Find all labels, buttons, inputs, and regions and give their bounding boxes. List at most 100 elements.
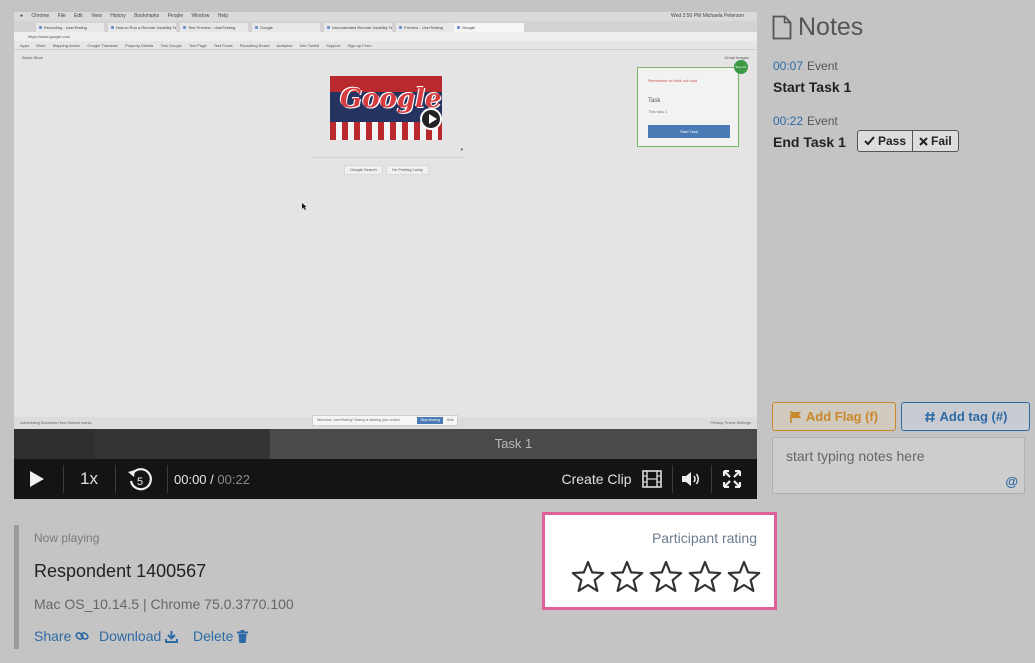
- flag-icon: [790, 410, 801, 423]
- mention-icon[interactable]: @: [1005, 474, 1018, 489]
- fail-button[interactable]: Fail: [912, 131, 958, 151]
- download-link[interactable]: Download: [99, 628, 179, 644]
- playback-speed-button[interactable]: 1x: [72, 459, 106, 499]
- menubar-item: Bookmarks: [134, 13, 160, 19]
- note-input-placeholder: start typing notes here: [786, 448, 925, 464]
- now-playing-accent: [14, 525, 19, 649]
- screen-share-toast: Welcome, UserTesting! Testing is startin…: [312, 415, 458, 426]
- note-entry-time[interactable]: 00:22 Event: [773, 114, 838, 128]
- film-icon: [641, 470, 662, 488]
- note-timestamp[interactable]: 00:07: [773, 59, 803, 73]
- browser-tab: Preview - UserTesting: [396, 23, 458, 32]
- bookmark: Property Details: [124, 43, 154, 48]
- play-button[interactable]: [22, 459, 52, 499]
- menubar-item: File: [57, 13, 66, 19]
- fullscreen-button[interactable]: [717, 459, 747, 499]
- bookmark: Google Translate: [87, 43, 118, 48]
- mic-icon: ●: [460, 147, 464, 153]
- note-entry-title: End Task 1: [773, 134, 846, 150]
- bookmark: Sign-up Form: [347, 43, 372, 48]
- bookmark: Work: [36, 43, 46, 48]
- bookmark: Test Page: [188, 43, 207, 48]
- create-clip-label: Create Clip: [561, 471, 632, 487]
- browser-urlbar: https://www.google.com: [14, 32, 757, 41]
- time-readout: 00:00 / 00:22: [174, 459, 250, 499]
- pass-fail-toggle: Pass Fail: [857, 130, 959, 152]
- timeline-segment[interactable]: [94, 429, 270, 459]
- task-step-badge: Step 1/1: [734, 60, 748, 74]
- time-separator: /: [206, 471, 218, 487]
- create-clip-button[interactable]: Create Clip: [559, 459, 664, 499]
- mac-status: Wed 2:50 PM Michaela Peterson: [670, 13, 744, 19]
- note-timestamp[interactable]: 00:22: [773, 114, 803, 128]
- share-link[interactable]: Share: [34, 628, 89, 644]
- bookmark: Test Google: [160, 43, 182, 48]
- note-entry-title: Start Task 1: [773, 79, 852, 95]
- now-playing-label: Now playing: [34, 531, 100, 545]
- video-player[interactable]: ● Chrome File Edit View History Bookmark…: [14, 12, 757, 429]
- volume-icon: [682, 472, 699, 486]
- footer-links-left: Advertising Business How Search works: [20, 420, 92, 425]
- star-icon[interactable]: [648, 560, 684, 594]
- current-time: 00:00: [174, 471, 207, 487]
- mac-menubar: ● Chrome File Edit View History Bookmark…: [14, 12, 757, 21]
- note-kind: Event: [807, 59, 838, 73]
- stop-sharing-button: Stop sharing: [417, 417, 443, 424]
- star-icon[interactable]: [726, 560, 762, 594]
- menubar-item: Edit: [74, 13, 83, 19]
- task-reminder: Remember to think out loud: [648, 78, 698, 83]
- pass-button[interactable]: Pass: [858, 131, 912, 151]
- participant-rating-panel: Participant rating: [542, 512, 777, 610]
- bookmarks-bar: Apps Work Mapping Admin Google Translate…: [14, 41, 757, 50]
- star-icon[interactable]: [609, 560, 645, 594]
- rewind-5-button[interactable]: 5: [122, 459, 158, 499]
- rating-stars: [570, 560, 765, 594]
- bookmark: Analytics: [276, 43, 293, 48]
- hide-button: Hide: [446, 418, 454, 422]
- browser-tab: Google: [252, 23, 320, 32]
- delete-label: Delete: [193, 628, 234, 644]
- hashtag-icon: [924, 411, 935, 422]
- menubar-item: People: [167, 13, 184, 19]
- toast-text: Welcome, UserTesting! Testing is startin…: [317, 418, 400, 422]
- pass-label: Pass: [878, 134, 907, 148]
- add-flag-button[interactable]: Add Flag (f): [772, 402, 896, 431]
- menubar-item: Chrome: [31, 13, 50, 19]
- browser-tab: How to Run a Remote Usability Test: [108, 23, 176, 32]
- star-icon[interactable]: [570, 560, 606, 594]
- notes-title-text: Notes: [798, 13, 864, 41]
- bookmark: Apps: [20, 43, 30, 48]
- fail-label: Fail: [931, 134, 952, 148]
- bookmark: Mapping Admin: [52, 43, 81, 48]
- browser-tab: Google: [454, 23, 524, 32]
- bookmark: Support: [326, 43, 341, 48]
- mouse-cursor-icon: [302, 203, 307, 210]
- footer-links-right: Privacy Terms Settings: [710, 420, 751, 425]
- timeline-task-segment[interactable]: Task 1: [270, 429, 757, 459]
- start-task-button: Start Task: [648, 125, 730, 138]
- check-icon: [864, 136, 875, 146]
- note-kind: Event: [807, 114, 838, 128]
- doodle-play-icon: [420, 108, 442, 130]
- rewind-icon: 5: [128, 468, 152, 491]
- task-subtitle: This task 1: [648, 109, 668, 114]
- delete-link[interactable]: Delete: [193, 628, 249, 644]
- respondent-system-info: Mac OS_10.14.5 | Chrome 75.0.3770.100: [34, 596, 294, 612]
- player-controls: 1x 5 00:00 / 00:22 Create Clip: [14, 459, 757, 499]
- browser-tab: Test Preview - UserTesting: [180, 23, 248, 32]
- bookmark: Test Flows: [213, 43, 233, 48]
- timeline-pre-segment[interactable]: [14, 429, 94, 459]
- bookmark: Dev Toolkit: [299, 43, 320, 48]
- note-entry-time[interactable]: 00:07 Event: [773, 59, 838, 73]
- svg-text:5: 5: [137, 476, 143, 488]
- volume-button[interactable]: [678, 459, 704, 499]
- add-tag-button[interactable]: Add tag (#): [901, 402, 1030, 431]
- google-doodle: Google: [330, 76, 442, 140]
- apple-icon: ●: [20, 13, 24, 19]
- total-time: 00:22: [217, 471, 250, 487]
- note-input[interactable]: start typing notes here @: [772, 437, 1025, 494]
- timeline[interactable]: Task 1: [14, 429, 757, 459]
- browser-tab: Unmoderated Remote Usability Testing: [324, 23, 392, 32]
- star-icon[interactable]: [687, 560, 723, 594]
- notes-title: Notes: [772, 13, 863, 42]
